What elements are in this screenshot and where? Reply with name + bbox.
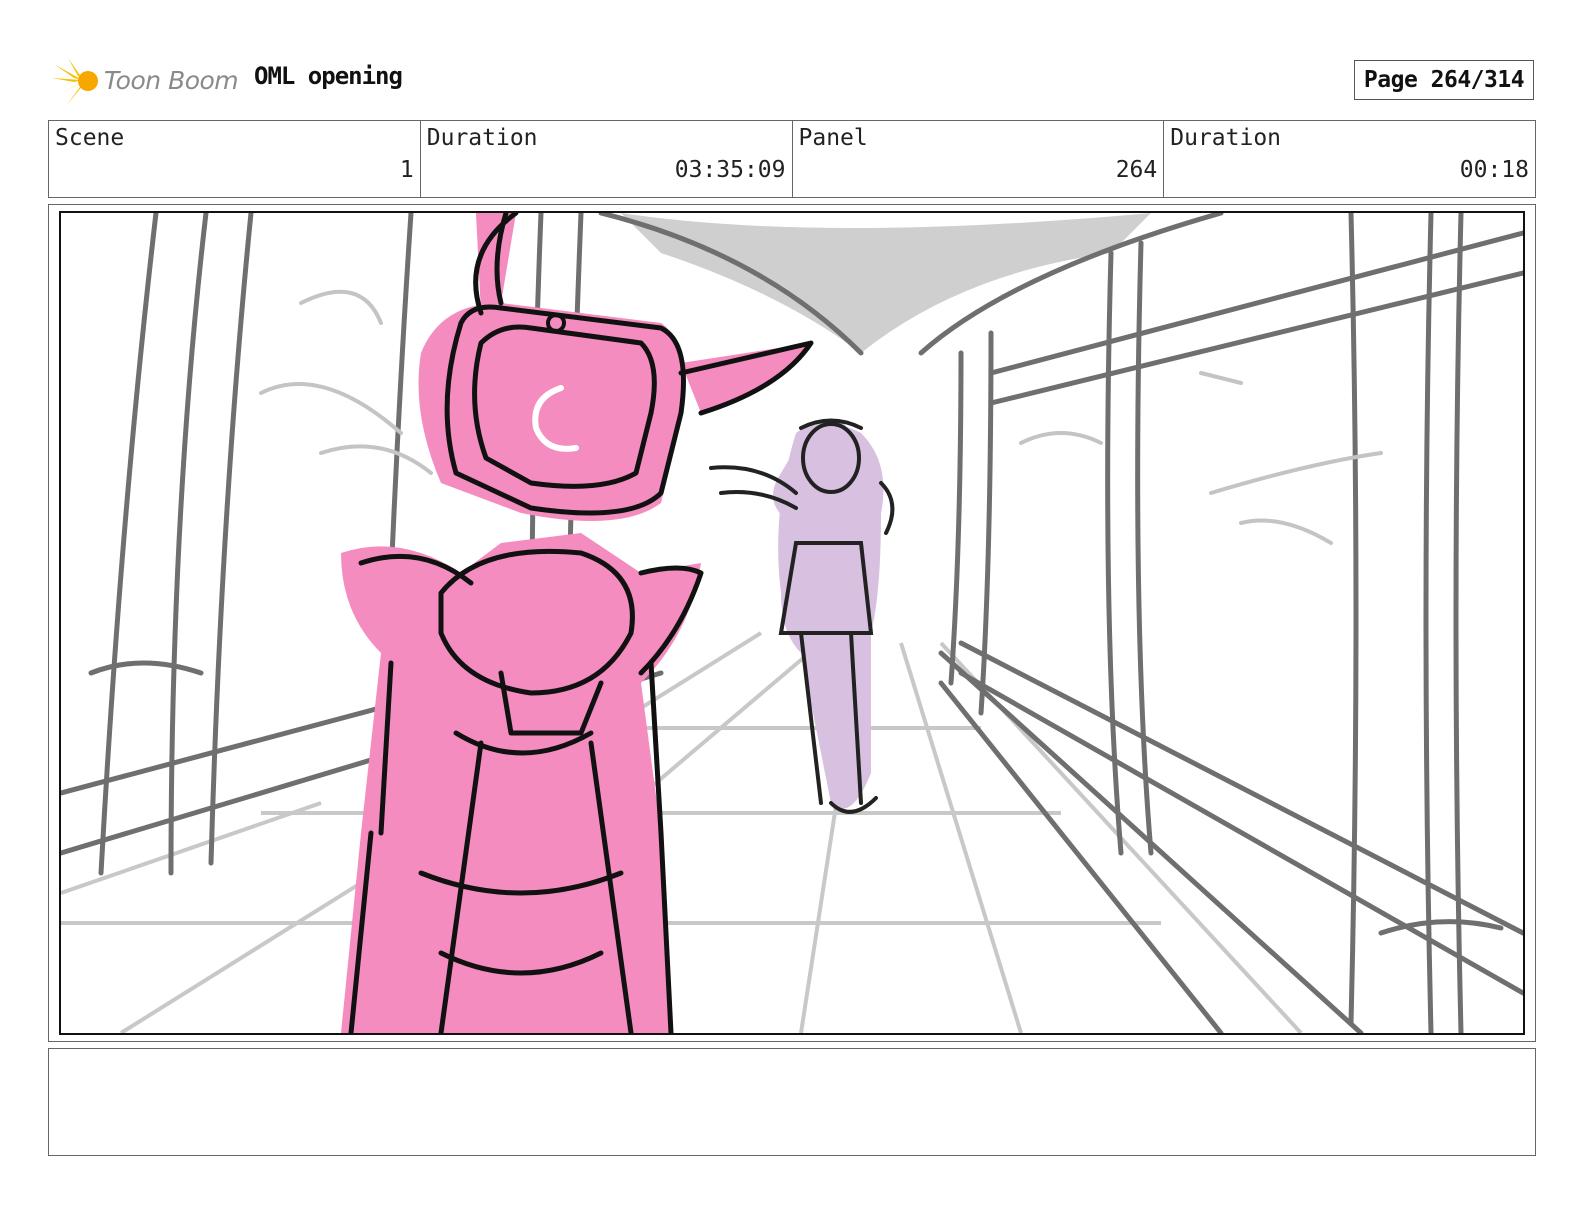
- panel-sketch: [61, 213, 1523, 1033]
- panel-notes-box: [48, 1048, 1536, 1156]
- info-table: Scene 1 Duration 03:35:09 Panel 264 Dura…: [48, 120, 1536, 198]
- burst-icon: [52, 58, 98, 106]
- panel-duration-value: 00:18: [1459, 157, 1529, 183]
- project-title: OML opening: [254, 62, 403, 90]
- logo-text: Toon Boom: [104, 66, 239, 95]
- panel-value: 264: [1115, 157, 1158, 183]
- panel-duration-label: Duration: [1170, 125, 1282, 151]
- duration-cell: Duration 03:35:09: [421, 121, 793, 197]
- page-indicator: Page 264/314: [1354, 60, 1534, 100]
- girl-figure: [709, 418, 895, 814]
- robot-figure: [341, 213, 814, 1033]
- storyboard-panel-frame: [48, 204, 1536, 1042]
- storyboard-panel: [59, 211, 1525, 1035]
- scene-label: Scene: [55, 125, 125, 151]
- toon-boom-logo: Toon Boom: [52, 56, 242, 108]
- scene-value: 1: [399, 157, 414, 183]
- duration-value: 03:35:09: [674, 157, 786, 183]
- floor-grid: [61, 631, 1303, 1033]
- scene-cell: Scene 1: [49, 121, 421, 197]
- panel-duration-cell: Duration 00:18: [1164, 121, 1535, 197]
- panel-label: Panel: [798, 125, 868, 151]
- ceiling-shade: [621, 213, 1151, 353]
- panel-cell: Panel 264: [793, 121, 1165, 197]
- duration-label: Duration: [426, 125, 538, 151]
